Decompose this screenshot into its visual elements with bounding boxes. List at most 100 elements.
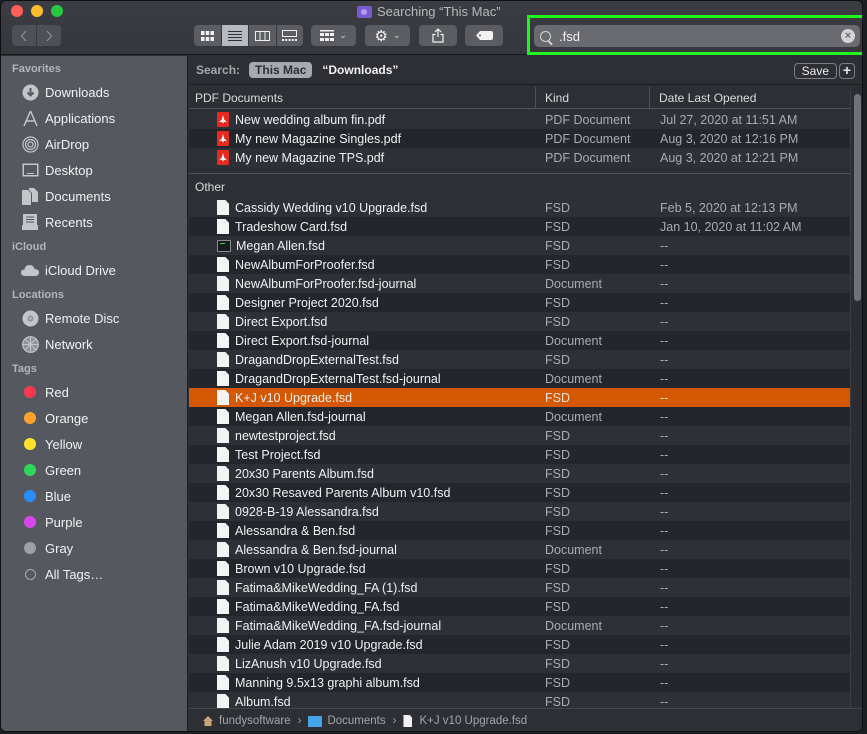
file-row[interactable]: Brown v10 Upgrade.fsd FSD -- [189,559,850,578]
document-file-icon [217,447,229,462]
file-row[interactable]: DragandDropExternalTest.fsd-journal Docum… [189,369,850,388]
file-row[interactable]: Direct Export.fsd FSD -- [189,312,850,331]
file-row[interactable]: My new Magazine TPS.pdf PDF Document Aug 3… [189,148,850,167]
file-name: LizAnush v10 Upgrade.fsd [235,656,382,671]
file-name: 20x30 Resaved Parents Album v10.fsd [235,485,451,500]
file-kind: FSD [545,466,570,481]
search-field[interactable]: .fsd × [534,25,860,47]
zoom-window-button[interactable] [51,5,63,17]
icon-view-button[interactable] [194,25,221,46]
sidebar-all-tags[interactable]: All Tags… [1,561,187,587]
home-icon [203,716,213,726]
scrollbar-thumb[interactable] [854,94,861,301]
forward-button[interactable] [37,25,61,46]
file-row[interactable]: Direct Export.fsd-journal Document -- [189,331,850,350]
file-date-last-opened: -- [660,314,669,329]
file-name: Tradeshow Card.fsd [235,219,348,234]
scope-this-mac[interactable]: This Mac [249,62,313,78]
file-name: 0928-B-19 Alessandra.fsd [235,504,379,519]
documents-folder-icon [308,715,323,727]
document-file-icon [217,694,229,708]
purple-tag-icon [24,516,36,528]
file-kind: PDF Document [545,131,631,146]
save-search-button[interactable]: Save [793,63,837,79]
file-row[interactable]: My new Magazine Singles.pdf PDF Document A… [189,129,850,148]
file-row-selected[interactable]: K+J v10 Upgrade.fsd FSD -- [189,388,850,407]
sidebar-item-airdrop[interactable]: AirDrop [1,131,187,157]
sidebar-item-label: Applications [45,110,116,126]
sidebar-tag-purple[interactable]: Purple [1,509,187,535]
file-row[interactable]: Manning 9.5x13 graphi album.fsd FSD -- [189,673,850,692]
file-name: Direct Export.fsd-journal [235,333,370,348]
file-row[interactable]: Test Project.fsd FSD -- [189,445,850,464]
list-view-button[interactable] [221,25,248,46]
cloud-icon [21,261,39,279]
scope-downloads[interactable]: “Downloads” [322,63,398,77]
column-header-kind[interactable]: Kind [536,87,650,108]
file-row[interactable]: Album.fsd FSD -- [189,692,850,708]
file-row[interactable]: Fatima&MikeWedding_FA.fsd-journal Documen… [189,616,850,635]
add-criteria-button[interactable]: + [839,63,855,79]
path-separator-icon: › [297,715,302,727]
sidebar-tag-orange[interactable]: Orange [1,405,187,431]
share-button[interactable] [419,25,457,46]
file-row[interactable]: Tradeshow Card.fsd FSD Jan 10, 2020 at 11:… [189,217,850,236]
file-row[interactable]: 20x30 Parents Album.fsd FSD -- [189,464,850,483]
file-row[interactable]: newtestproject.fsd FSD -- [189,426,850,445]
file-kind: FSD [545,694,570,709]
file-row[interactable]: Designer Project 2020.fsd FSD -- [189,293,850,312]
file-row[interactable]: LizAnush v10 Upgrade.fsd FSD -- [189,654,850,673]
minimize-window-button[interactable] [31,5,43,17]
sidebar-item-desktop[interactable]: Desktop [1,157,187,183]
back-button[interactable] [12,25,36,46]
file-name: DragandDropExternalTest.fsd [235,352,399,367]
file-kind: Document [545,333,602,348]
file-row[interactable]: New wedding album fin.pdf PDF Document Jul… [189,110,850,129]
path-segment-home[interactable]: fundysoftware [203,715,291,727]
sidebar-item-documents[interactable]: Documents [1,183,187,209]
file-row[interactable]: Alessandra & Ben.fsd-journal Document -- [189,540,850,559]
file-row[interactable]: NewAlbumForProofer.fsd FSD -- [189,255,850,274]
sidebar-tag-yellow[interactable]: Yellow [1,431,187,457]
file-kind: FSD [545,447,570,462]
sidebar-tag-gray[interactable]: Gray [1,535,187,561]
sidebar-tag-red[interactable]: Red [1,379,187,405]
file-row[interactable]: Fatima&MikeWedding_FA.fsd FSD -- [189,597,850,616]
document-file-icon [217,314,229,329]
window-title-text: Searching “This Mac” [377,4,501,19]
file-row[interactable]: 0928-B-19 Alessandra.fsd FSD -- [189,502,850,521]
sidebar-item-icloud-drive[interactable]: iCloud Drive [1,257,187,283]
path-segment-file[interactable]: K+J v10 Upgrade.fsd [403,715,527,727]
gallery-view-button[interactable] [276,25,303,46]
file-row[interactable]: NewAlbumForProofer.fsd-journal Document -- [189,274,850,293]
file-row[interactable]: Alessandra & Ben.fsd FSD -- [189,521,850,540]
file-row[interactable]: Megan Allen.fsd FSD -- [189,236,850,255]
column-view-button[interactable] [249,25,276,46]
clear-icon[interactable]: × [841,29,855,43]
sidebar-item-network[interactable]: Network [1,331,187,357]
action-menu-button[interactable]: ⚙ ⌄ [365,25,410,46]
column-header-date[interactable]: Date Last Opened [650,87,850,108]
file-row[interactable]: DragandDropExternalTest.fsd FSD -- [189,350,850,369]
sidebar-item-remote-disc[interactable]: Remote Disc [1,305,187,331]
close-window-button[interactable] [11,5,23,17]
file-row[interactable]: Julie Adam 2019 v10 Upgrade.fsd FSD -- [189,635,850,654]
sidebar-item-applications[interactable]: Applications [1,105,187,131]
sidebar-tag-blue[interactable]: Blue [1,483,187,509]
group-by-button[interactable]: ⌄ [311,25,356,46]
path-segment-documents[interactable]: Documents [308,715,386,727]
search-input[interactable]: .fsd [559,29,841,44]
vertical-scrollbar[interactable] [850,87,862,708]
file-name: DragandDropExternalTest.fsd-journal [235,371,441,386]
sidebar-item-label: Remote Disc [45,310,120,326]
file-row[interactable]: Fatima&MikeWedding_FA (1).fsd FSD -- [189,578,850,597]
file-row[interactable]: Megan Allen.fsd-journal Document -- [189,407,850,426]
sidebar-item-label: Recents [45,214,93,230]
sidebar-item-recents[interactable]: Recents [1,209,187,235]
sidebar-item-downloads[interactable]: Downloads [1,79,187,105]
sidebar-tag-green[interactable]: Green [1,457,187,483]
column-header-name[interactable]: PDF Documents [189,87,536,108]
file-row[interactable]: Cassidy Wedding v10 Upgrade.fsd FSD Feb 5,… [189,198,850,217]
edit-tags-button[interactable] [465,25,503,46]
file-row[interactable]: 20x30 Resaved Parents Album v10.fsd FSD -- [189,483,850,502]
